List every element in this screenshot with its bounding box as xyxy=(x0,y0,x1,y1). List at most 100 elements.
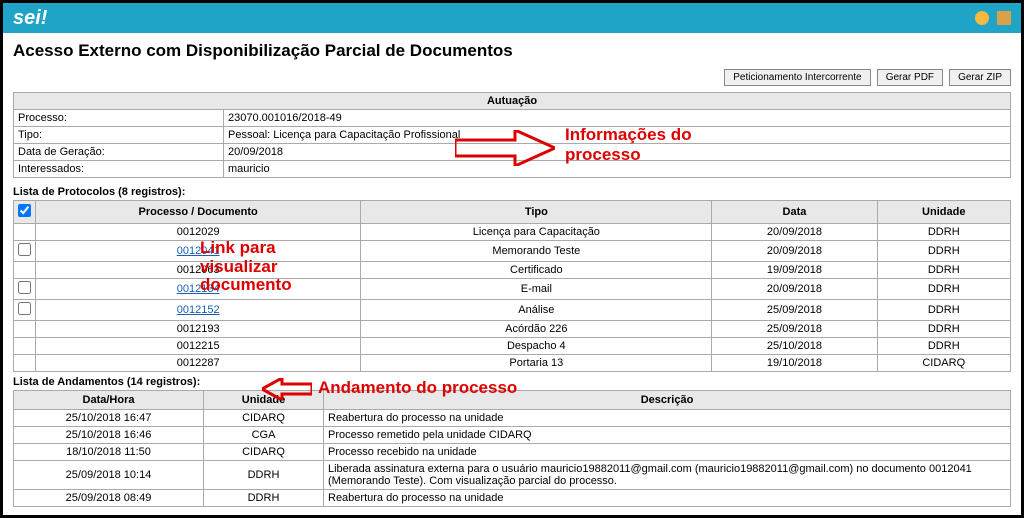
table-row: 0012215Despacho 425/10/2018DDRH xyxy=(14,338,1011,355)
unidade-cell: CGA xyxy=(204,427,324,444)
data-cell: 19/10/2018 xyxy=(712,355,877,372)
header-unidade-and: Unidade xyxy=(204,391,324,410)
tipo-cell: Portaria 13 xyxy=(361,355,712,372)
table-row: 0012152 Análise25/09/2018DDRH xyxy=(14,300,1011,321)
tipo-cell: Memorando Teste xyxy=(361,241,712,262)
descricao-cell: Liberada assinatura externa para o usuár… xyxy=(324,461,1011,490)
table-row: 0012041 Memorando Teste20/09/2018DDRH xyxy=(14,241,1011,262)
descricao-cell: Reabertura do processo na unidade xyxy=(324,490,1011,507)
header-unidade: Unidade xyxy=(877,201,1011,224)
tipo-cell: Certificado xyxy=(361,262,712,279)
doc-cell: 0012134 xyxy=(36,279,361,300)
processo-value: 23070.001016/2018-49 xyxy=(224,110,1011,127)
doc-cell: 0012193 xyxy=(36,321,361,338)
doc-link[interactable]: 0012041 xyxy=(177,245,220,257)
unidade-cell: DDRH xyxy=(204,490,324,507)
gerar-zip-button[interactable]: Gerar ZIP xyxy=(949,69,1011,86)
table-row: 18/10/2018 11:50CIDARQProcesso recebido … xyxy=(14,444,1011,461)
doc-link[interactable]: 0012134 xyxy=(177,283,220,295)
data-cell: 19/09/2018 xyxy=(712,262,877,279)
table-row: 25/10/2018 16:47CIDARQReabertura do proc… xyxy=(14,410,1011,427)
unidade-cell: DDRH xyxy=(877,321,1011,338)
tipo-value: Pessoal: Licença para Capacitação Profis… xyxy=(224,127,1011,144)
data-cell: 20/09/2018 xyxy=(712,241,877,262)
checkbox-cell xyxy=(14,321,36,338)
unidade-cell: DDRH xyxy=(877,224,1011,241)
datahora-cell: 25/10/2018 16:46 xyxy=(14,427,204,444)
table-row: 0012063Certificado19/09/2018DDRH xyxy=(14,262,1011,279)
header-checkbox-cell xyxy=(14,201,36,224)
unidade-cell: CIDARQ xyxy=(204,444,324,461)
action-buttons: Peticionamento Intercorrente Gerar PDF G… xyxy=(13,69,1011,86)
descricao-cell: Processo remetido pela unidade CIDARQ xyxy=(324,427,1011,444)
unidade-cell: DDRH xyxy=(877,338,1011,355)
datahora-cell: 25/10/2018 16:47 xyxy=(14,410,204,427)
unidade-cell: CIDARQ xyxy=(877,355,1011,372)
doc-cell: 0012152 xyxy=(36,300,361,321)
doc-cell: 0012029 xyxy=(36,224,361,241)
app-header: sei! xyxy=(3,3,1021,33)
datahora-cell: 25/09/2018 08:49 xyxy=(14,490,204,507)
descricao-cell: Processo recebido na unidade xyxy=(324,444,1011,461)
checkbox-cell xyxy=(14,224,36,241)
tipo-cell: Análise xyxy=(361,300,712,321)
descricao-cell: Reabertura do processo na unidade xyxy=(324,410,1011,427)
header-data: Data xyxy=(712,201,877,224)
processo-label: Processo: xyxy=(14,110,224,127)
datahora-cell: 25/09/2018 10:14 xyxy=(14,461,204,490)
data-cell: 25/09/2018 xyxy=(712,300,877,321)
select-all-checkbox[interactable] xyxy=(18,204,31,217)
header-doc: Processo / Documento xyxy=(36,201,361,224)
peticionamento-button[interactable]: Peticionamento Intercorrente xyxy=(724,69,870,86)
main-content: Acesso Externo com Disponibilização Parc… xyxy=(3,33,1021,515)
data-geracao-label: Data de Geração: xyxy=(14,144,224,161)
data-cell: 20/09/2018 xyxy=(712,279,877,300)
header-icons xyxy=(975,11,1011,25)
andamentos-title: Lista de Andamentos (14 registros): xyxy=(13,376,1011,388)
checkbox-cell xyxy=(14,300,36,321)
gerar-pdf-button[interactable]: Gerar PDF xyxy=(877,69,943,86)
autuacao-header: Autuação xyxy=(14,93,1011,110)
exit-icon[interactable] xyxy=(997,11,1011,25)
checkbox-cell xyxy=(14,338,36,355)
page-title: Acesso Externo com Disponibilização Parc… xyxy=(13,41,1011,61)
doc-link[interactable]: 0012152 xyxy=(177,304,220,316)
tipo-cell: Acórdão 226 xyxy=(361,321,712,338)
interessados-label: Interessados: xyxy=(14,161,224,178)
row-checkbox[interactable] xyxy=(18,302,31,315)
data-cell: 25/09/2018 xyxy=(712,321,877,338)
datahora-cell: 18/10/2018 11:50 xyxy=(14,444,204,461)
interessados-value: mauricio xyxy=(224,161,1011,178)
unidade-cell: DDRH xyxy=(877,279,1011,300)
tipo-cell: Licença para Capacitação xyxy=(361,224,712,241)
doc-cell: 0012041 xyxy=(36,241,361,262)
protocolos-title: Lista de Protocolos (8 registros): xyxy=(13,186,1011,198)
table-row: 25/10/2018 16:46CGAProcesso remetido pel… xyxy=(14,427,1011,444)
protocolos-table: Processo / Documento Tipo Data Unidade 0… xyxy=(13,200,1011,372)
user-icon[interactable] xyxy=(975,11,989,25)
row-checkbox[interactable] xyxy=(18,281,31,294)
unidade-cell: DDRH xyxy=(204,461,324,490)
unidade-cell: DDRH xyxy=(877,241,1011,262)
data-geracao-value: 20/09/2018 xyxy=(224,144,1011,161)
tipo-label: Tipo: xyxy=(14,127,224,144)
header-tipo: Tipo xyxy=(361,201,712,224)
data-cell: 25/10/2018 xyxy=(712,338,877,355)
table-row: 0012029Licença para Capacitação20/09/201… xyxy=(14,224,1011,241)
header-datahora: Data/Hora xyxy=(14,391,204,410)
row-checkbox[interactable] xyxy=(18,243,31,256)
checkbox-cell xyxy=(14,262,36,279)
logo: sei! xyxy=(13,7,47,30)
doc-cell: 0012215 xyxy=(36,338,361,355)
header-descricao: Descrição xyxy=(324,391,1011,410)
autuacao-table: Autuação Processo:23070.001016/2018-49 T… xyxy=(13,92,1011,178)
unidade-cell: CIDARQ xyxy=(204,410,324,427)
checkbox-cell xyxy=(14,241,36,262)
unidade-cell: DDRH xyxy=(877,300,1011,321)
tipo-cell: Despacho 4 xyxy=(361,338,712,355)
table-row: 0012134 E-mail20/09/2018DDRH xyxy=(14,279,1011,300)
doc-cell: 0012287 xyxy=(36,355,361,372)
tipo-cell: E-mail xyxy=(361,279,712,300)
data-cell: 20/09/2018 xyxy=(712,224,877,241)
table-row: 25/09/2018 08:49DDRHReabertura do proces… xyxy=(14,490,1011,507)
